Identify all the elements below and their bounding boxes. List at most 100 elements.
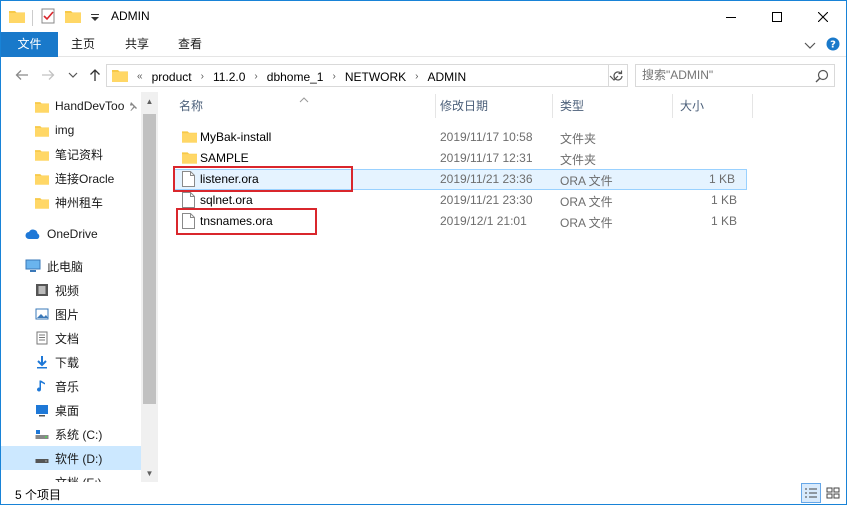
maximize-icon: [772, 11, 782, 22]
forward-button[interactable]: [39, 66, 57, 84]
file-type: 文件夹: [560, 132, 597, 146]
file-type: ORA 文件: [560, 216, 613, 230]
file-size: 1 KB: [708, 172, 735, 186]
cloud-icon: [25, 229, 40, 239]
nav-item-img[interactable]: img: [35, 118, 74, 142]
column-header-date[interactable]: 修改日期: [432, 92, 552, 120]
scrollbar-thumb[interactable]: [143, 114, 156, 404]
file-name: SAMPLE: [200, 151, 249, 165]
nav-item-documents[interactable]: 文档: [35, 326, 79, 350]
refresh-button[interactable]: [608, 64, 628, 87]
nav-item-downloads[interactable]: 下载: [35, 350, 79, 374]
file-size: 1 KB: [710, 214, 737, 228]
maximize-button[interactable]: [754, 1, 800, 32]
tab-file[interactable]: 文件: [1, 32, 58, 57]
folder-icon: [112, 68, 128, 85]
nav-item-oracle[interactable]: 连接Oracle: [35, 166, 114, 190]
new-folder-icon[interactable]: [65, 9, 81, 26]
breadcrumb-overflow[interactable]: «: [137, 71, 143, 82]
help-icon[interactable]: ?: [826, 37, 840, 54]
close-button[interactable]: [800, 1, 846, 32]
customize-qat-icon[interactable]: [90, 11, 100, 25]
nav-item-onedrive[interactable]: OneDrive: [25, 222, 98, 246]
file-date: 2019/11/17 10:58: [440, 130, 533, 144]
nav-item-pictures[interactable]: 图片: [35, 302, 79, 326]
desktop-icon: [36, 405, 48, 417]
nav-item-videos[interactable]: 视频: [35, 278, 79, 302]
nav-scrollbar[interactable]: ▲ ▼: [141, 92, 158, 482]
ribbon-tabs: 文件 主页 共享 查看 ?: [1, 32, 846, 57]
folder-icon: [9, 9, 25, 26]
expand-ribbon-icon[interactable]: [804, 39, 816, 53]
column-header-name[interactable]: 名称: [171, 92, 435, 120]
drive-icon: [35, 475, 49, 482]
properties-icon[interactable]: [40, 8, 56, 27]
breadcrumb-separator-icon[interactable]: ›: [415, 71, 418, 82]
address-row: « product › 11.2.0 › dbhome_1 › NETWORK …: [1, 58, 846, 92]
tab-home[interactable]: 主页: [61, 32, 105, 57]
scroll-down-icon[interactable]: ▼: [144, 468, 155, 478]
window-title: ADMIN: [111, 9, 150, 23]
recent-locations-button[interactable]: [64, 66, 82, 84]
breadcrumb-item[interactable]: NETWORK: [345, 70, 406, 84]
navigation-pane: HandDevToo img 笔记资料 连接Oracle 神州租车 OneDri…: [1, 92, 158, 482]
status-bar: 5 个项目: [1, 482, 846, 504]
file-row-mybak-install[interactable]: MyBak-install 2019/11/17 10:58 文件夹: [173, 127, 749, 148]
details-view-icon: [805, 488, 817, 498]
breadcrumb-item[interactable]: dbhome_1: [267, 70, 324, 84]
large-icons-view-button[interactable]: [823, 483, 843, 503]
nav-item-notes[interactable]: 笔记资料: [35, 142, 103, 166]
highlight-box: [176, 208, 317, 235]
file-name: MyBak-install: [200, 130, 272, 144]
nav-item-drive-c[interactable]: 系统 (C:): [35, 422, 102, 446]
file-type: ORA 文件: [560, 174, 613, 188]
large-icons-view-icon: [826, 487, 840, 499]
breadcrumb-separator-icon[interactable]: ›: [201, 71, 204, 82]
breadcrumb-separator-icon[interactable]: ›: [332, 71, 335, 82]
folder-icon: [35, 173, 49, 185]
highlight-box: [173, 166, 353, 192]
drive-icon: [35, 430, 49, 439]
arrow-up-icon: [90, 69, 100, 81]
nav-item-handdevtoo[interactable]: HandDevToo: [35, 94, 141, 118]
item-count: 5 个项目: [15, 488, 62, 502]
drive-icon: [35, 459, 49, 463]
nav-item-car-rental[interactable]: 神州租车: [35, 190, 103, 214]
up-button[interactable]: [86, 66, 104, 84]
column-header-type[interactable]: 类型: [552, 92, 672, 120]
back-button[interactable]: [13, 66, 31, 84]
file-date: 2019/11/17 12:31: [440, 151, 533, 165]
svg-text:?: ?: [830, 40, 836, 51]
nav-item-this-pc[interactable]: 此电脑: [25, 254, 83, 278]
pin-icon: [130, 102, 137, 111]
file-type: 文件夹: [560, 153, 597, 167]
music-icon: [37, 380, 45, 392]
tab-share[interactable]: 共享: [114, 32, 160, 57]
tab-view[interactable]: 查看: [168, 32, 212, 57]
search-input[interactable]: [642, 68, 812, 82]
details-view-button[interactable]: [801, 483, 821, 503]
search-box[interactable]: [635, 64, 835, 87]
column-header-size[interactable]: 大小: [672, 92, 752, 120]
minimize-button[interactable]: [708, 1, 754, 32]
nav-item-drive-d[interactable]: 软件 (D:): [1, 446, 141, 470]
address-bar[interactable]: « product › 11.2.0 › dbhome_1 › NETWORK …: [106, 64, 628, 87]
pictures-icon: [35, 308, 49, 320]
breadcrumb-item[interactable]: 11.2.0: [213, 70, 245, 84]
minimize-icon: [726, 16, 736, 18]
video-icon: [36, 284, 48, 296]
nav-item-drive-e[interactable]: 文档 (E:): [35, 470, 102, 483]
search-icon[interactable]: [815, 69, 829, 86]
file-date: 2019/11/21 23:30: [440, 193, 533, 207]
nav-item-music[interactable]: 音乐: [35, 374, 79, 398]
nav-item-desktop[interactable]: 桌面: [35, 398, 79, 422]
chevron-down-icon: [68, 72, 78, 78]
breadcrumb-item[interactable]: ADMIN: [428, 70, 467, 84]
breadcrumb-item[interactable]: product: [152, 70, 192, 84]
scroll-up-icon[interactable]: ▲: [144, 96, 155, 106]
title-bar: ADMIN: [1, 1, 846, 32]
explorer-window: ADMIN 文件 主页 共享 查看 ? « product › 11.2.0 ›…: [0, 0, 847, 505]
breadcrumb-separator-icon[interactable]: ›: [254, 71, 257, 82]
folder-icon: [35, 149, 49, 161]
download-icon: [37, 356, 47, 369]
